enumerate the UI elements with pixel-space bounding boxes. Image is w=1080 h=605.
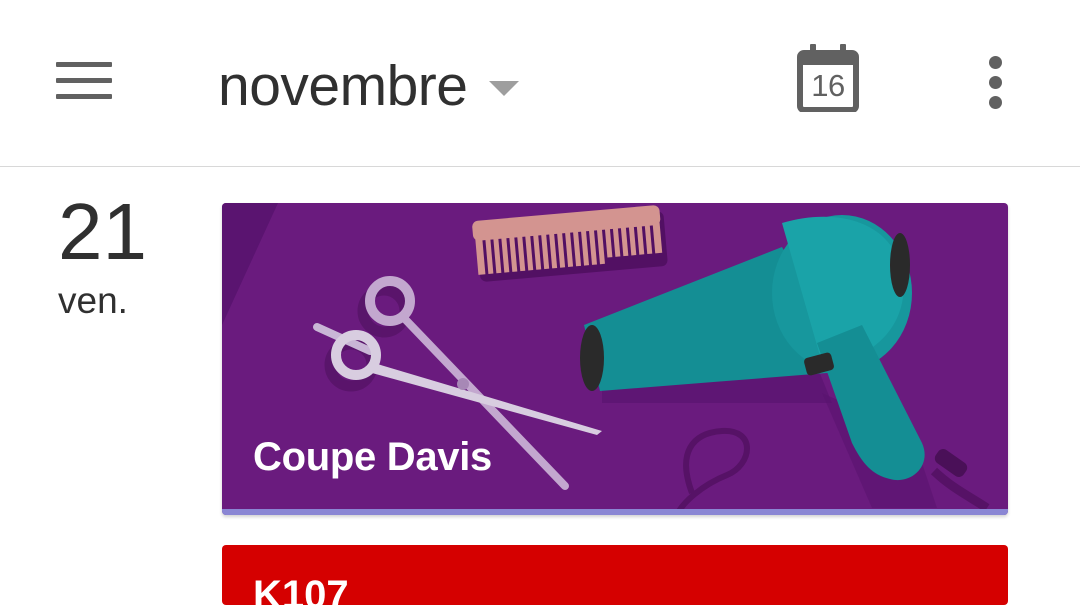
day-weekday: ven. [58,280,128,321]
dropdown-arrow-icon [489,80,520,96]
event-card[interactable]: K107 [222,545,1008,605]
today-date-number: 16 [811,68,845,103]
more-vert-icon[interactable] [978,56,1014,110]
menu-icon[interactable] [56,62,112,102]
event-card[interactable]: Coupe Davis [222,203,1008,515]
day-number: 21 [58,187,147,276]
event-title: K107 [253,573,349,605]
month-selector[interactable]: novembre [218,48,520,124]
today-button[interactable]: 16 [797,44,859,112]
event-title: Coupe Davis [253,435,492,479]
month-title: novembre [218,54,468,118]
card-accent-bar [222,509,1008,515]
app-bar: novembre 16 [0,0,1080,167]
